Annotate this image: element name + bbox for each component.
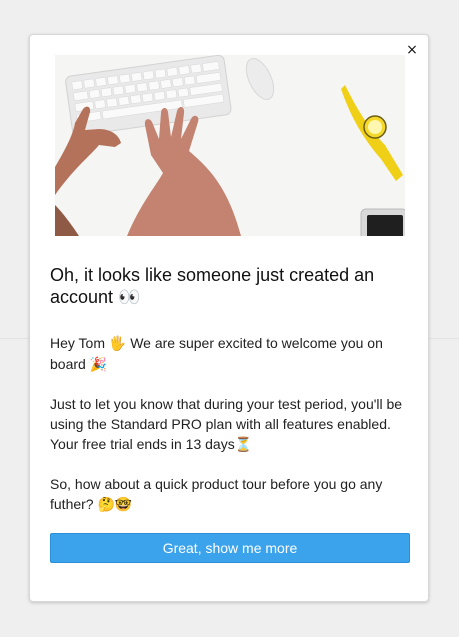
thinking-face-icon: 🤔	[97, 497, 115, 513]
modal-title: Oh, it looks like someone just created a…	[50, 264, 405, 309]
hourglass-icon: ⏳	[234, 437, 253, 453]
wave-icon: 🖐	[108, 336, 127, 352]
show-more-button[interactable]: Great, show me more	[50, 533, 410, 563]
close-icon[interactable]: ×	[405, 43, 419, 57]
eyes-icon: 👀	[118, 287, 141, 308]
greeting-text-start: Hey Tom	[50, 335, 109, 351]
hero-image	[55, 55, 405, 236]
tour-paragraph: So, how about a quick product tour befor…	[50, 474, 405, 515]
nerd-face-icon: 🤓	[114, 497, 133, 513]
trial-text: Just to let you know that during your te…	[50, 396, 403, 452]
title-text: Oh, it looks like someone just created a…	[50, 265, 375, 307]
trial-paragraph: Just to let you know that during your te…	[50, 394, 405, 455]
welcome-modal: × Oh, it looks like someone just created…	[29, 34, 429, 602]
greeting-paragraph: Hey Tom 🖐 We are super excited to welcom…	[50, 333, 405, 375]
party-icon: 🎉	[89, 357, 108, 373]
